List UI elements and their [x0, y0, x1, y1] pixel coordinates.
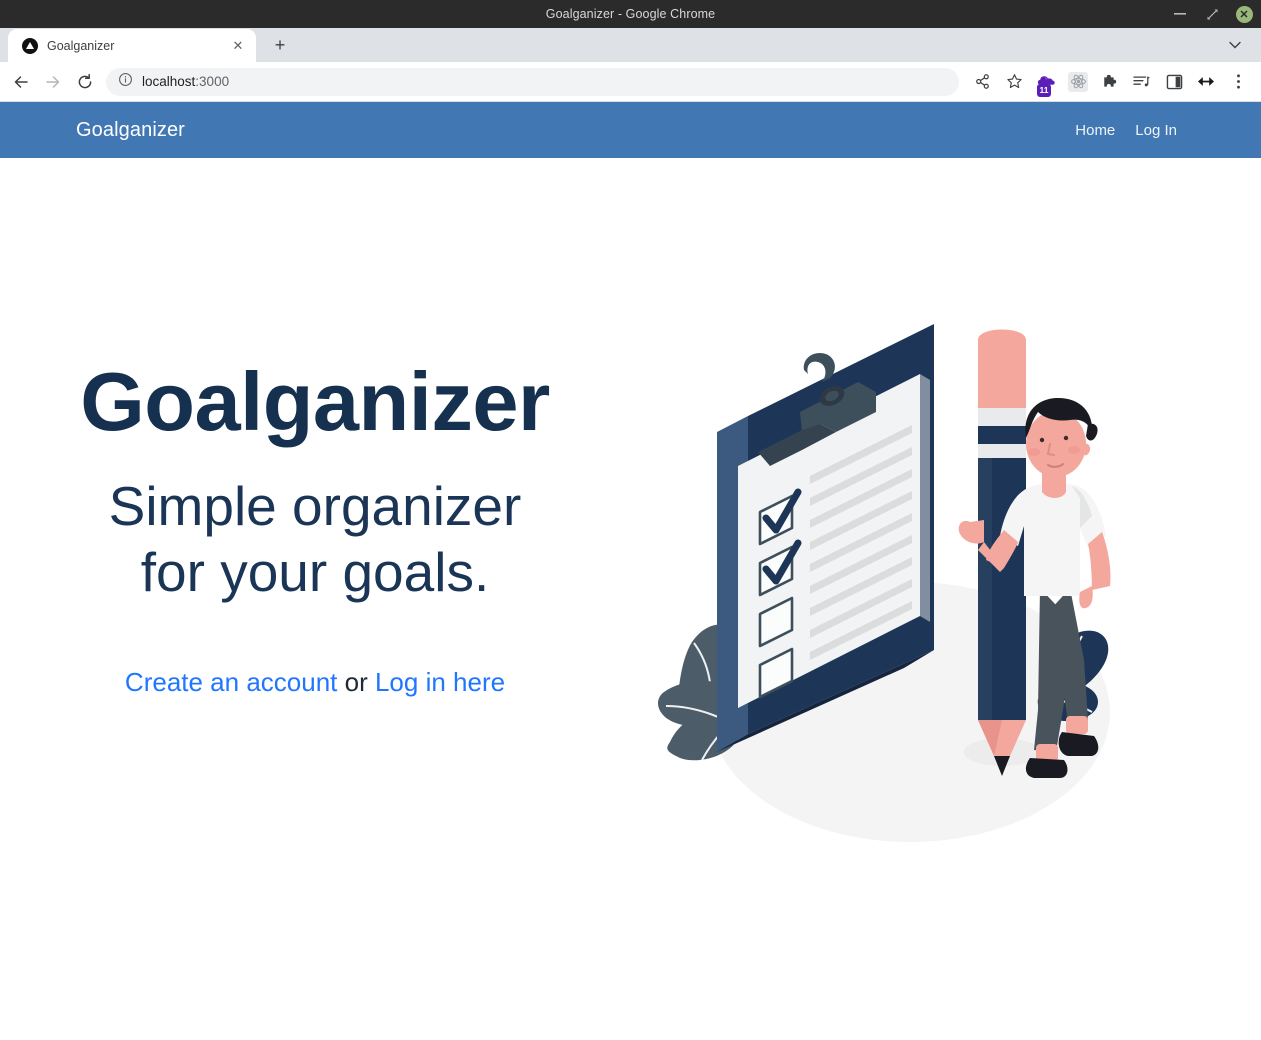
minimize-button[interactable]	[1171, 5, 1189, 23]
nav-link-login[interactable]: Log In	[1135, 122, 1177, 139]
tab-title: Goalganizer	[47, 38, 115, 53]
share-icon[interactable]	[967, 67, 997, 97]
navbar-links: Home Log In	[1075, 122, 1177, 139]
chrome-menu-icon[interactable]	[1223, 67, 1253, 97]
site-navbar: Goalganizer Home Log In	[0, 102, 1261, 158]
site-info-icon[interactable]	[118, 72, 133, 92]
window-title: Goalganizer - Google Chrome	[545, 7, 716, 21]
new-tab-button[interactable]: +	[266, 31, 294, 59]
hero-subtitle-line-1: Simple organizer	[108, 475, 522, 537]
url-text: localhost:3000	[142, 74, 229, 89]
browser-toolbar: localhost:3000 11	[0, 62, 1261, 102]
close-icon: ✕	[1235, 5, 1253, 23]
log-in-here-link[interactable]: Log in here	[375, 667, 505, 697]
media-playlist-icon[interactable]	[1127, 67, 1157, 97]
create-account-link[interactable]: Create an account	[125, 667, 337, 697]
maximize-button[interactable]	[1203, 5, 1221, 23]
back-icon[interactable]	[6, 67, 36, 97]
url-port: :3000	[195, 74, 230, 89]
extension-purple-icon[interactable]: 11	[1031, 67, 1061, 97]
tab-strip: Goalganizer ✕ +	[0, 28, 1261, 62]
browser-tab[interactable]: Goalganizer ✕	[8, 29, 256, 62]
window-titlebar: Goalganizer - Google Chrome ✕	[0, 0, 1261, 28]
window-controls: ✕	[1171, 0, 1253, 28]
react-devtools-icon[interactable]	[1063, 67, 1093, 97]
page-content: Goalganizer Simple organizer for your go…	[0, 158, 1261, 1040]
hero-section: Goalganizer Simple organizer for your go…	[0, 158, 1261, 850]
goalganizer-favicon-icon	[22, 37, 38, 54]
hero-cta: Create an account or Log in here	[0, 667, 630, 698]
hero-illustration-column	[630, 320, 1261, 850]
side-panel-icon[interactable]	[1159, 67, 1189, 97]
hero-text-column: Goalganizer Simple organizer for your go…	[0, 320, 630, 698]
url-host: localhost	[142, 74, 196, 89]
site-brand[interactable]: Goalganizer	[76, 119, 185, 142]
hero-subtitle-line-2: for your goals.	[140, 541, 490, 603]
close-button[interactable]: ✕	[1235, 5, 1253, 23]
extension-badge-count: 11	[1037, 84, 1051, 97]
resize-arrows-icon[interactable]	[1191, 67, 1221, 97]
bookmark-star-icon[interactable]	[999, 67, 1029, 97]
search-tabs-icon[interactable]	[1223, 33, 1247, 57]
hero-subtitle: Simple organizer for your goals.	[0, 473, 630, 605]
forward-icon[interactable]	[38, 67, 68, 97]
checklist-clipboard-person-illustration	[658, 324, 1111, 842]
address-bar[interactable]: localhost:3000	[106, 67, 959, 96]
page-title: Goalganizer	[80, 355, 550, 448]
tab-close-icon[interactable]: ✕	[230, 38, 246, 54]
cta-separator: or	[337, 667, 375, 697]
nav-link-home[interactable]: Home	[1075, 122, 1115, 139]
reload-icon[interactable]	[70, 67, 100, 97]
extensions-puzzle-icon[interactable]	[1095, 67, 1125, 97]
